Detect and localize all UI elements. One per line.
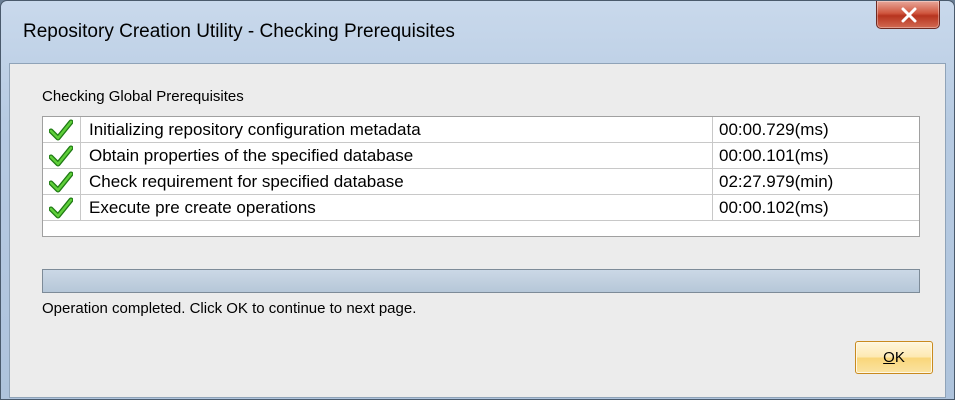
- dialog-window: Repository Creation Utility - Checking P…: [0, 0, 955, 400]
- dialog-content: Checking Global Prerequisites Initializi…: [9, 63, 946, 398]
- task-table: Initializing repository configuration me…: [42, 116, 920, 237]
- status-message: Operation completed. Click OK to continu…: [42, 300, 417, 317]
- green-checkmark-icon: [49, 119, 73, 141]
- close-x-icon: [901, 7, 917, 23]
- task-time: 00:00.729(ms): [719, 120, 829, 139]
- table-row[interactable]: Check requirement for specified database…: [43, 169, 919, 195]
- green-checkmark-icon: [49, 171, 73, 193]
- ok-button[interactable]: OK: [855, 341, 933, 374]
- window-title: Repository Creation Utility - Checking P…: [23, 21, 455, 42]
- table-row[interactable]: Execute pre create operations 00:00.102(…: [43, 195, 919, 221]
- table-row[interactable]: Obtain properties of the specified datab…: [43, 143, 919, 169]
- task-name: Execute pre create operations: [81, 195, 713, 221]
- green-checkmark-icon: [49, 197, 73, 219]
- task-time: 02:27.979(min): [719, 172, 834, 191]
- task-name: Obtain properties of the specified datab…: [81, 143, 713, 169]
- task-name: Check requirement for specified database: [81, 169, 713, 195]
- progress-bar: [42, 269, 920, 293]
- table-row[interactable]: Initializing repository configuration me…: [43, 117, 919, 143]
- close-button[interactable]: [876, 1, 940, 29]
- task-time: 00:00.101(ms): [719, 146, 829, 165]
- status-cell: [43, 143, 81, 169]
- ok-label-rest: K: [894, 349, 905, 366]
- ok-mnemonic: O: [883, 349, 895, 366]
- green-checkmark-icon: [49, 145, 73, 167]
- progress-fill: [43, 270, 919, 292]
- task-name: Initializing repository configuration me…: [81, 117, 713, 143]
- task-time: 00:00.102(ms): [719, 198, 829, 217]
- title-bar[interactable]: Repository Creation Utility - Checking P…: [1, 1, 954, 63]
- status-cell: [43, 169, 81, 195]
- status-cell: [43, 117, 81, 143]
- status-cell: [43, 195, 81, 221]
- section-label: Checking Global Prerequisites: [42, 88, 244, 105]
